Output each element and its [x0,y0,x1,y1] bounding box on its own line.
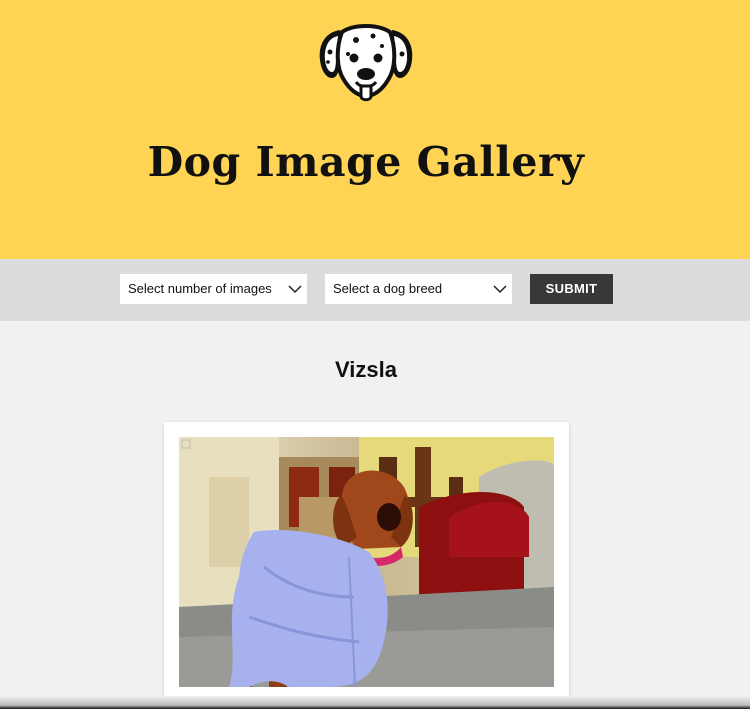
dalmatian-dog-face-icon [319,24,413,102]
header: Dog Image Gallery [0,0,750,259]
page-title: Dog Image Gallery [147,138,585,186]
vizsla-dog-in-blue-shirt-photo[interactable] [179,437,554,687]
submit-button[interactable]: SUBMIT [530,274,613,304]
breed-select-value: Select a dog breed [333,281,443,296]
chevron-down-icon [493,285,507,294]
dog-breed-select[interactable]: Select a dog breed [325,274,512,304]
number-of-images-select[interactable]: Select number of images [120,274,307,304]
bottom-edge-shadow [0,696,750,709]
number-select-value: Select number of images [128,281,272,296]
controls-bar: Select number of images Select a dog bre… [0,259,750,321]
chevron-down-icon [288,285,302,294]
breed-heading: Vizsla [335,357,397,382]
image-card [164,422,569,702]
